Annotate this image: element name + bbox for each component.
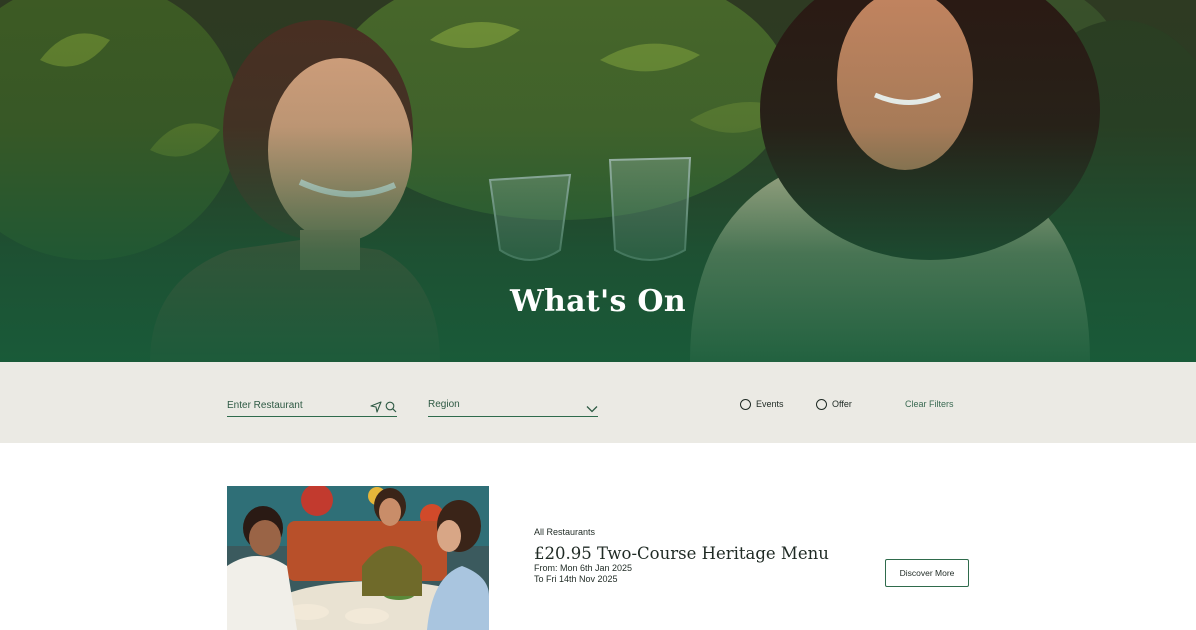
region-select[interactable]: Region bbox=[428, 393, 598, 417]
clear-filters-link[interactable]: Clear Filters bbox=[905, 399, 954, 409]
location-arrow-icon[interactable] bbox=[370, 398, 382, 413]
listing-image[interactable] bbox=[227, 486, 489, 630]
filter-bar: Region Events Offer Clear Filters bbox=[0, 362, 1196, 443]
region-select-label: Region bbox=[428, 399, 460, 410]
events-radio-circle[interactable] bbox=[740, 398, 751, 410]
restaurant-search-input[interactable] bbox=[227, 396, 367, 414]
discover-more-button[interactable]: Discover More bbox=[885, 559, 969, 587]
listing-date-from: From: Mon 6th Jan 2025 bbox=[534, 563, 633, 573]
offer-filter-radio[interactable]: Offer bbox=[816, 397, 852, 411]
hero-banner: What's On bbox=[0, 0, 1196, 362]
listing-title: £20.95 Two-Course Heritage Menu bbox=[534, 544, 829, 563]
listing-details: All Restaurants £20.95 Two-Course Herita… bbox=[534, 527, 829, 585]
page-title: What's On bbox=[510, 284, 686, 319]
events-filter-radio[interactable]: Events bbox=[740, 397, 784, 411]
search-icon[interactable] bbox=[385, 398, 397, 413]
chevron-down-icon[interactable] bbox=[586, 399, 598, 413]
restaurant-search-field bbox=[227, 393, 397, 417]
offer-radio-label: Offer bbox=[832, 399, 852, 409]
events-radio-label: Events bbox=[756, 399, 784, 409]
offer-radio-circle[interactable] bbox=[816, 398, 827, 410]
listing-tag: All Restaurants bbox=[534, 527, 596, 537]
listing-date-to: To Fri 14th Nov 2025 bbox=[534, 574, 618, 584]
